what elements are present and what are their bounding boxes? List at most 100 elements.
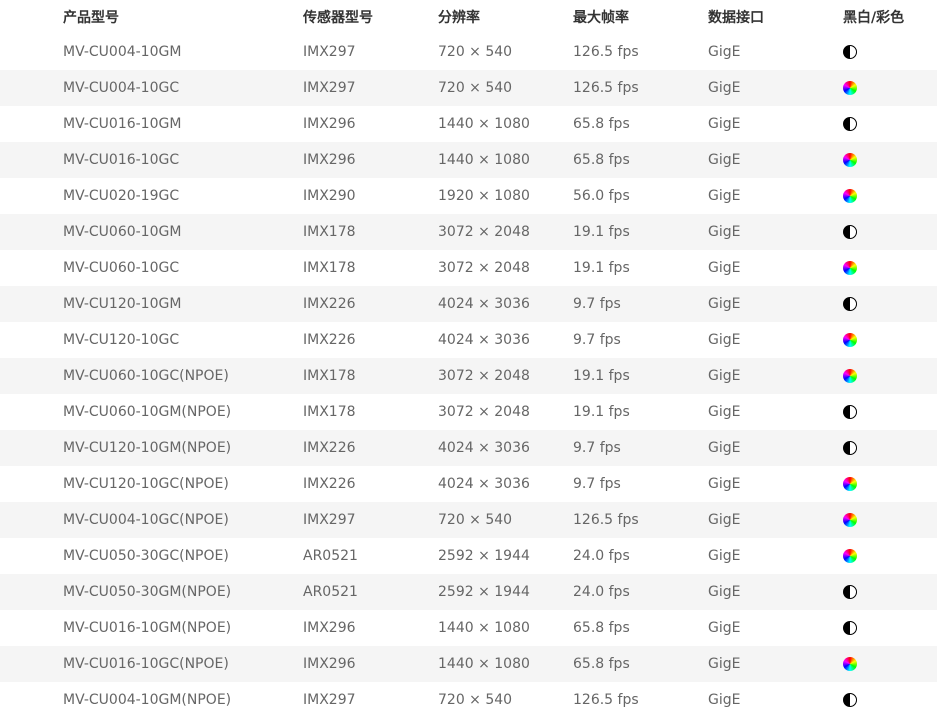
interface-cell: GigE [708, 512, 741, 528]
interface-cell: GigE [708, 548, 741, 564]
interface-cell: GigE [708, 440, 741, 456]
model-cell: MV-CU120-10GM(NPOE) [63, 440, 232, 456]
resolution-cell: 3072 × 2048 [438, 368, 530, 384]
sensor-cell: IMX178 [303, 224, 356, 240]
resolution-cell: 720 × 540 [438, 692, 513, 708]
type-cell [843, 538, 937, 574]
resolution-cell: 3072 × 2048 [438, 404, 530, 420]
table-body: MV-CU004-10GM IMX297 720 × 540 126.5 fps Gig… [0, 34, 937, 718]
interface-cell: GigE [708, 296, 741, 312]
interface-cell: GigE [708, 44, 741, 60]
sensor-cell: IMX296 [303, 116, 356, 132]
resolution-cell: 4024 × 3036 [438, 440, 530, 456]
type-cell [843, 178, 937, 214]
header-model: 产品型号 [0, 0, 303, 34]
interface-cell: GigE [708, 656, 741, 672]
model-cell: MV-CU120-10GC(NPOE) [63, 476, 229, 492]
color-wheel-icon [843, 153, 857, 167]
table-row: MV-CU060-10GC IMX178 3072 × 2048 19.1 fps Gi… [0, 250, 937, 286]
sensor-cell: IMX178 [303, 368, 356, 384]
model-cell: MV-CU060-10GC [63, 260, 180, 276]
header-row: 产品型号 传感器型号 分辨率 最大帧率 数据接口 黑白/彩色 [0, 0, 937, 34]
resolution-cell: 2592 × 1944 [438, 584, 530, 600]
color-wheel-icon [843, 333, 857, 347]
fps-cell: 19.1 fps [573, 404, 630, 420]
table-row: MV-CU004-10GM IMX297 720 × 540 126.5 fps Gig… [0, 34, 937, 70]
mono-icon [843, 225, 857, 239]
color-wheel-icon [843, 81, 857, 95]
fps-cell: 126.5 fps [573, 44, 639, 60]
table-row: MV-CU120-10GC IMX226 4024 × 3036 9.7 fps Gig… [0, 322, 937, 358]
fps-cell: 126.5 fps [573, 692, 639, 708]
interface-cell: GigE [708, 692, 741, 708]
model-cell: MV-CU016-10GC(NPOE) [63, 656, 229, 672]
sensor-cell: AR0521 [303, 548, 358, 564]
sensor-cell: AR0521 [303, 584, 358, 600]
fps-cell: 9.7 fps [573, 476, 621, 492]
model-cell: MV-CU060-10GC(NPOE) [63, 368, 229, 384]
sensor-cell: IMX296 [303, 620, 356, 636]
interface-cell: GigE [708, 152, 741, 168]
color-wheel-icon [843, 369, 857, 383]
table-row: MV-CU120-10GC(NPOE) IMX226 4024 × 3036 9.7 … [0, 466, 937, 502]
resolution-cell: 1440 × 1080 [438, 116, 530, 132]
model-cell: MV-CU060-10GM(NPOE) [63, 404, 232, 420]
mono-icon [843, 621, 857, 635]
table-row: MV-CU004-10GC(NPOE) IMX297 720 × 540 126.5 … [0, 502, 937, 538]
table-row: MV-CU016-10GC IMX296 1440 × 1080 65.8 fps Gi… [0, 142, 937, 178]
type-cell [843, 358, 937, 394]
fps-cell: 65.8 fps [573, 620, 630, 636]
fps-cell: 19.1 fps [573, 260, 630, 276]
fps-cell: 19.1 fps [573, 224, 630, 240]
mono-icon [843, 693, 857, 707]
type-cell [843, 610, 937, 646]
table-header: 产品型号 传感器型号 分辨率 最大帧率 数据接口 黑白/彩色 [0, 0, 937, 34]
interface-cell: GigE [708, 80, 741, 96]
model-cell: MV-CU120-10GC [63, 332, 180, 348]
interface-cell: GigE [708, 224, 741, 240]
color-wheel-icon [843, 261, 857, 275]
model-cell: MV-CU004-10GM(NPOE) [63, 692, 232, 708]
sensor-cell: IMX226 [303, 476, 356, 492]
table-row: MV-CU060-10GM(NPOE) IMX178 3072 × 2048 19.1… [0, 394, 937, 430]
color-wheel-icon [843, 189, 857, 203]
fps-cell: 65.8 fps [573, 152, 630, 168]
sensor-cell: IMX297 [303, 692, 356, 708]
interface-cell: GigE [708, 260, 741, 276]
type-cell [843, 322, 937, 358]
type-cell [843, 502, 937, 538]
mono-icon [843, 297, 857, 311]
sensor-cell: IMX226 [303, 440, 356, 456]
type-cell [843, 142, 937, 178]
interface-cell: GigE [708, 368, 741, 384]
fps-cell: 65.8 fps [573, 116, 630, 132]
fps-cell: 9.7 fps [573, 440, 621, 456]
fps-cell: 19.1 fps [573, 368, 630, 384]
model-cell: MV-CU004-10GC(NPOE) [63, 512, 229, 528]
interface-cell: GigE [708, 476, 741, 492]
model-cell: MV-CU060-10GM [63, 224, 182, 240]
resolution-cell: 1440 × 1080 [438, 620, 530, 636]
type-cell [843, 466, 937, 502]
fps-cell: 9.7 fps [573, 332, 621, 348]
resolution-cell: 4024 × 3036 [438, 476, 530, 492]
color-wheel-icon [843, 513, 857, 527]
table-row: MV-CU120-10GM(NPOE) IMX226 4024 × 3036 9.7 … [0, 430, 937, 466]
table-row: MV-CU060-10GC(NPOE) IMX178 3072 × 2048 19.1… [0, 358, 937, 394]
type-cell [843, 70, 937, 106]
header-sensor: 传感器型号 [303, 0, 438, 34]
table-row: MV-CU020-19GC IMX290 1920 × 1080 56.0 fps Gi… [0, 178, 937, 214]
interface-cell: GigE [708, 116, 741, 132]
mono-icon [843, 45, 857, 59]
sensor-cell: IMX296 [303, 656, 356, 672]
type-cell [843, 250, 937, 286]
type-cell [843, 394, 937, 430]
resolution-cell: 2592 × 1944 [438, 548, 530, 564]
resolution-cell: 720 × 540 [438, 80, 513, 96]
sensor-cell: IMX290 [303, 188, 356, 204]
mono-icon [843, 585, 857, 599]
interface-cell: GigE [708, 404, 741, 420]
interface-cell: GigE [708, 620, 741, 636]
resolution-cell: 3072 × 2048 [438, 260, 530, 276]
fps-cell: 126.5 fps [573, 512, 639, 528]
